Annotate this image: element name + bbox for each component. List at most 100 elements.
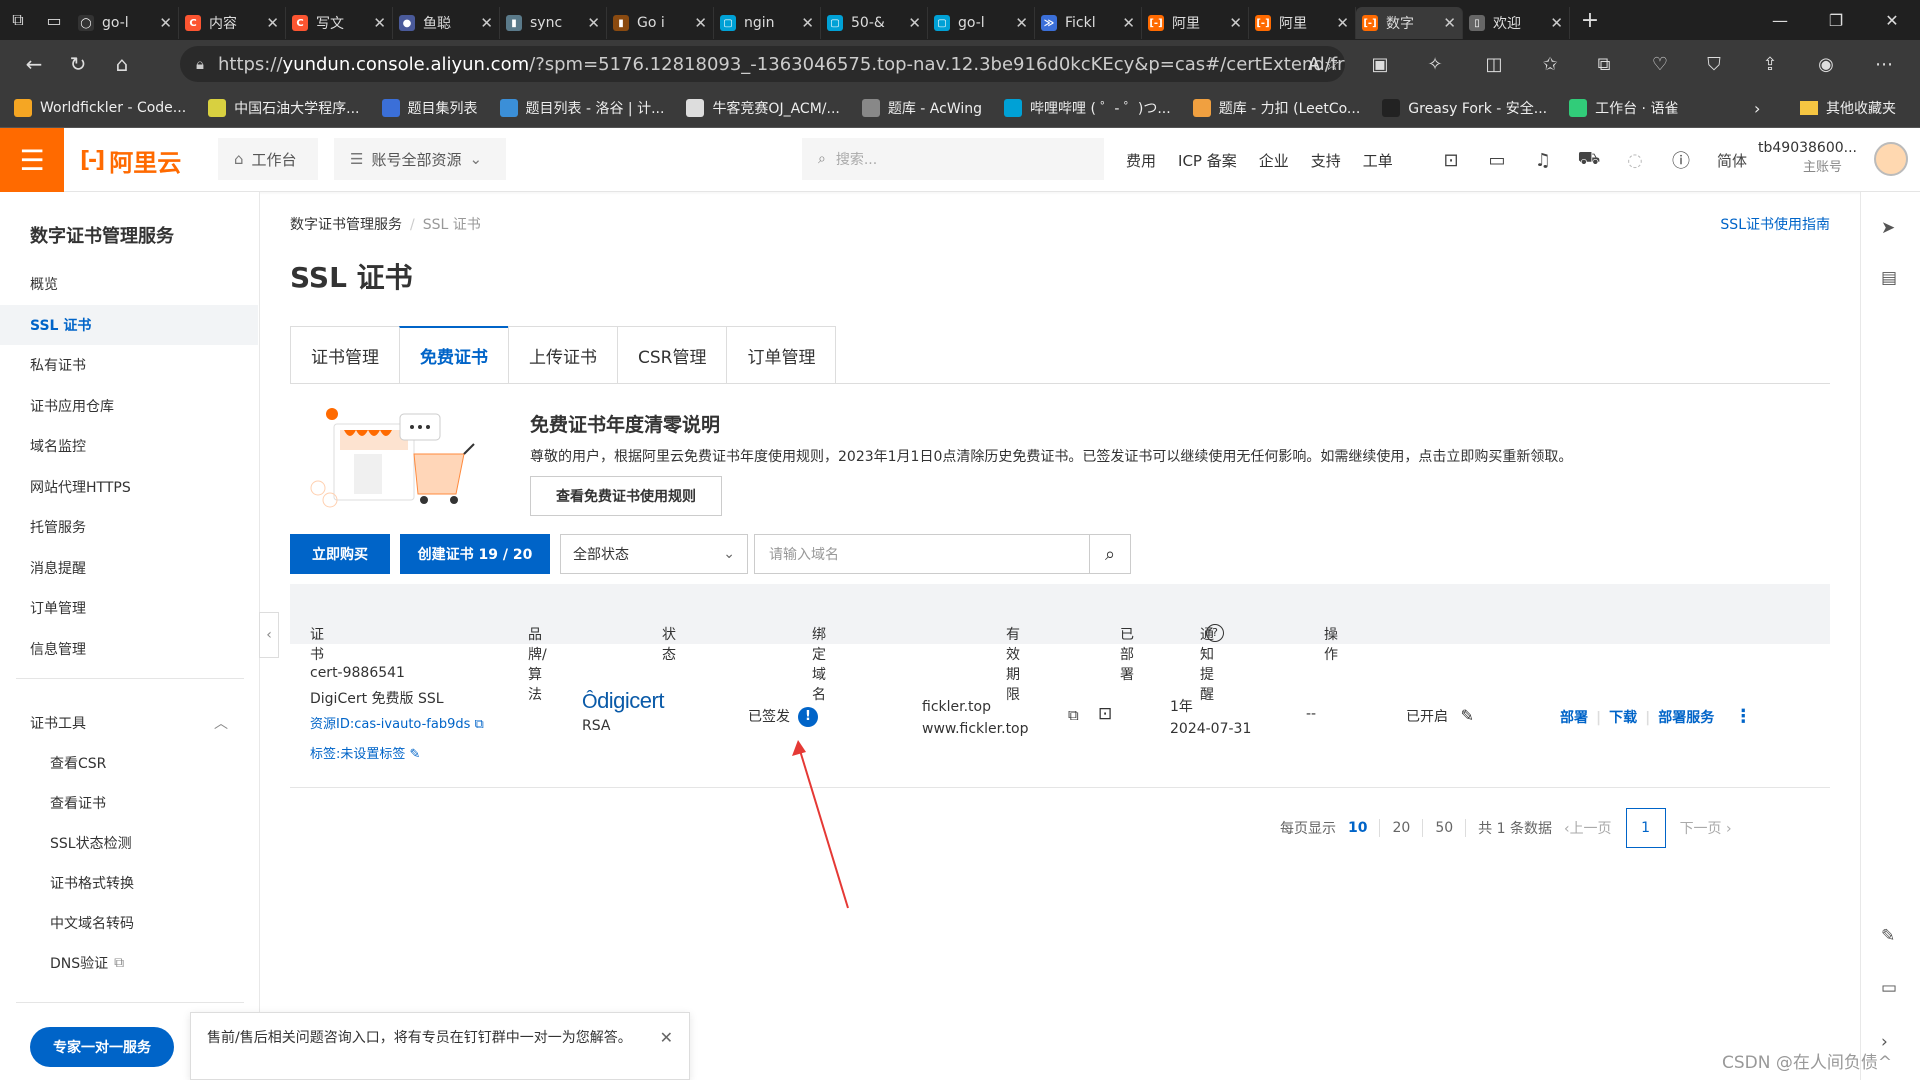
- bookmark-item[interactable]: Greasy Fork - 安全...: [1382, 98, 1547, 118]
- browser-tab[interactable]: ▢ ngin ✕: [714, 7, 821, 39]
- browser-tab[interactable]: ◯ go-l ✕: [72, 7, 179, 39]
- bookmarks-more-icon[interactable]: ›: [1754, 88, 1760, 128]
- bulb-icon[interactable]: ◌: [1612, 150, 1658, 171]
- browser-tab[interactable]: C 内容 ✕: [179, 7, 286, 39]
- deploy-link[interactable]: 部署: [1560, 710, 1588, 726]
- bookmark-item[interactable]: 中国石油大学程序...: [208, 98, 360, 118]
- bookmark-item[interactable]: 工作台 · 语雀: [1569, 98, 1678, 118]
- chat-icon[interactable]: ▭: [1881, 978, 1897, 998]
- home-icon[interactable]: ⌂: [100, 44, 144, 84]
- edit-icon[interactable]: ✎: [1881, 926, 1895, 946]
- close-icon[interactable]: ✕: [908, 14, 921, 32]
- sidebar-tool-item[interactable]: DNS验证 ⧉: [0, 943, 258, 983]
- browser-tab[interactable]: ▢ 50-& ✕: [821, 7, 928, 39]
- reload-icon[interactable]: ↻: [56, 44, 100, 84]
- back-icon[interactable]: ←: [12, 44, 56, 84]
- copy-icon[interactable]: ⧉: [475, 717, 484, 732]
- resource-id[interactable]: 资源ID:cas-ivauto-fab9ds ⧉: [310, 712, 484, 738]
- split-screen-icon[interactable]: ◫: [1474, 44, 1514, 84]
- cart-icon[interactable]: ⛟: [1566, 148, 1612, 172]
- close-icon[interactable]: ✕: [1015, 14, 1028, 32]
- bookmark-item[interactable]: 哔哩哔哩 ( ゜- ゜)つ...: [1004, 98, 1171, 118]
- help-icon[interactable]: ⓘ: [1658, 147, 1704, 173]
- browser-tab[interactable]: ▮ Go i ✕: [607, 7, 714, 39]
- resources-dropdown[interactable]: ☰ 账号全部资源 ⌄: [334, 138, 506, 180]
- edit-icon[interactable]: ✎: [1460, 706, 1473, 725]
- monitor-icon[interactable]: ⊡: [1098, 704, 1112, 724]
- browser-tab[interactable]: ● 鱼聪 ✕: [393, 7, 500, 39]
- sidebar-item[interactable]: 信息管理: [0, 629, 258, 669]
- hamburger-menu-icon[interactable]: ☰: [0, 128, 64, 192]
- sidebar-tool-item[interactable]: SSL状态检测: [0, 823, 258, 863]
- sidebar-tool-item[interactable]: 查看CSR: [0, 743, 258, 783]
- sidebar-item[interactable]: 证书应用仓库: [0, 386, 258, 426]
- nav-link[interactable]: 企业: [1259, 150, 1289, 171]
- current-page[interactable]: 1: [1625, 808, 1666, 848]
- bookmark-item[interactable]: 牛客竞赛OJ_ACM/...: [686, 98, 840, 118]
- tab-item[interactable]: 证书管理: [290, 326, 399, 384]
- favorite-star-icon[interactable]: ☆: [1312, 44, 1352, 84]
- status-select[interactable]: 全部状态 ⌄: [560, 534, 748, 574]
- sidebar-tool-item[interactable]: 查看证书: [0, 783, 258, 823]
- sidebar-item[interactable]: 托管服务: [0, 507, 258, 547]
- health-icon[interactable]: ♡: [1640, 44, 1680, 84]
- download-link[interactable]: 下载: [1609, 710, 1637, 726]
- sidebar-item[interactable]: 网站代理HTTPS: [0, 467, 258, 507]
- share-icon[interactable]: ⇪: [1750, 44, 1790, 84]
- close-icon[interactable]: ✕: [801, 14, 814, 32]
- workbench-button[interactable]: ⌂ 工作台: [218, 138, 318, 180]
- close-icon[interactable]: ✕: [1336, 14, 1349, 32]
- deploy-service-link[interactable]: 部署服务: [1658, 710, 1714, 726]
- alert-icon[interactable]: !: [798, 707, 818, 727]
- close-window-button[interactable]: ✕: [1864, 0, 1920, 40]
- page-size-20[interactable]: 20: [1392, 820, 1410, 836]
- close-icon[interactable]: ✕: [1550, 14, 1563, 32]
- nav-link[interactable]: 工单: [1363, 150, 1393, 171]
- extensions-icon[interactable]: ✧: [1415, 44, 1455, 84]
- close-icon[interactable]: ✕: [480, 14, 493, 32]
- browser-tab[interactable]: [-] 数字 ✕: [1356, 7, 1463, 39]
- browser-tab[interactable]: [-] 阿里 ✕: [1249, 7, 1356, 39]
- browser-tab[interactable]: ≫ Fickl ✕: [1035, 7, 1142, 39]
- terminal-icon[interactable]: ▭: [1474, 150, 1520, 171]
- profile-icon[interactable]: ◉: [1806, 44, 1846, 84]
- sidebar-item[interactable]: 域名监控: [0, 426, 258, 466]
- tab-item[interactable]: 订单管理: [726, 326, 837, 384]
- language-switch[interactable]: 简体: [1704, 150, 1760, 171]
- close-icon[interactable]: ✕: [266, 14, 279, 32]
- cursor-icon[interactable]: ➤: [1881, 218, 1895, 238]
- domain-search-input[interactable]: 请输入域名: [754, 534, 1089, 574]
- minimize-button[interactable]: —: [1752, 0, 1808, 40]
- browser-tab[interactable]: ▯ 欢迎 ✕: [1463, 7, 1570, 39]
- page-size-50[interactable]: 50: [1435, 820, 1453, 836]
- nav-link[interactable]: ICP 备案: [1178, 150, 1237, 171]
- close-icon[interactable]: ✕: [1443, 14, 1456, 32]
- bookmark-item[interactable]: 题目集列表: [381, 98, 478, 118]
- bookmark-item[interactable]: Worldfickler - Code...: [14, 98, 186, 117]
- prev-page-button[interactable]: ‹上一页: [1564, 818, 1612, 838]
- browser-tab[interactable]: ▮ sync ✕: [500, 7, 607, 39]
- sidebar-tools-header[interactable]: 证书工具 ︿: [0, 703, 258, 743]
- nav-link[interactable]: 费用: [1126, 150, 1156, 171]
- tab-item[interactable]: 免费证书: [399, 326, 508, 384]
- copy-icon[interactable]: ⧉: [1068, 706, 1079, 724]
- new-tab-button[interactable]: +: [1570, 8, 1610, 33]
- avatar[interactable]: [1874, 142, 1908, 176]
- browser-tab[interactable]: C 写文 ✕: [286, 7, 393, 39]
- console-search-input[interactable]: ⌕ 搜索...: [802, 138, 1104, 180]
- account-menu[interactable]: tb49038600... 主账号: [1758, 138, 1857, 178]
- view-rules-button[interactable]: 查看免费证书使用规则: [530, 476, 722, 516]
- doc-icon[interactable]: ▤: [1881, 268, 1897, 288]
- other-favorites[interactable]: 其他收藏夹: [1800, 88, 1896, 128]
- collections-icon[interactable]: ⧉: [1584, 44, 1624, 84]
- workspaces-icon[interactable]: ⧉: [0, 0, 36, 40]
- page-size-10[interactable]: 10: [1348, 820, 1367, 836]
- edit-icon[interactable]: ✎: [410, 747, 421, 762]
- sidebar-tool-item[interactable]: 中文域名转码: [0, 903, 258, 943]
- create-cert-button[interactable]: 创建证书 19 / 20: [400, 534, 550, 574]
- bookmark-item[interactable]: 题库 - AcWing: [861, 98, 982, 118]
- bookmark-item[interactable]: 题目列表 - 洛谷 | 计...: [499, 98, 664, 118]
- close-icon[interactable]: ✕: [1122, 14, 1135, 32]
- help-icon[interactable]: ?: [1206, 624, 1224, 642]
- bell-icon[interactable]: ♫: [1520, 150, 1566, 171]
